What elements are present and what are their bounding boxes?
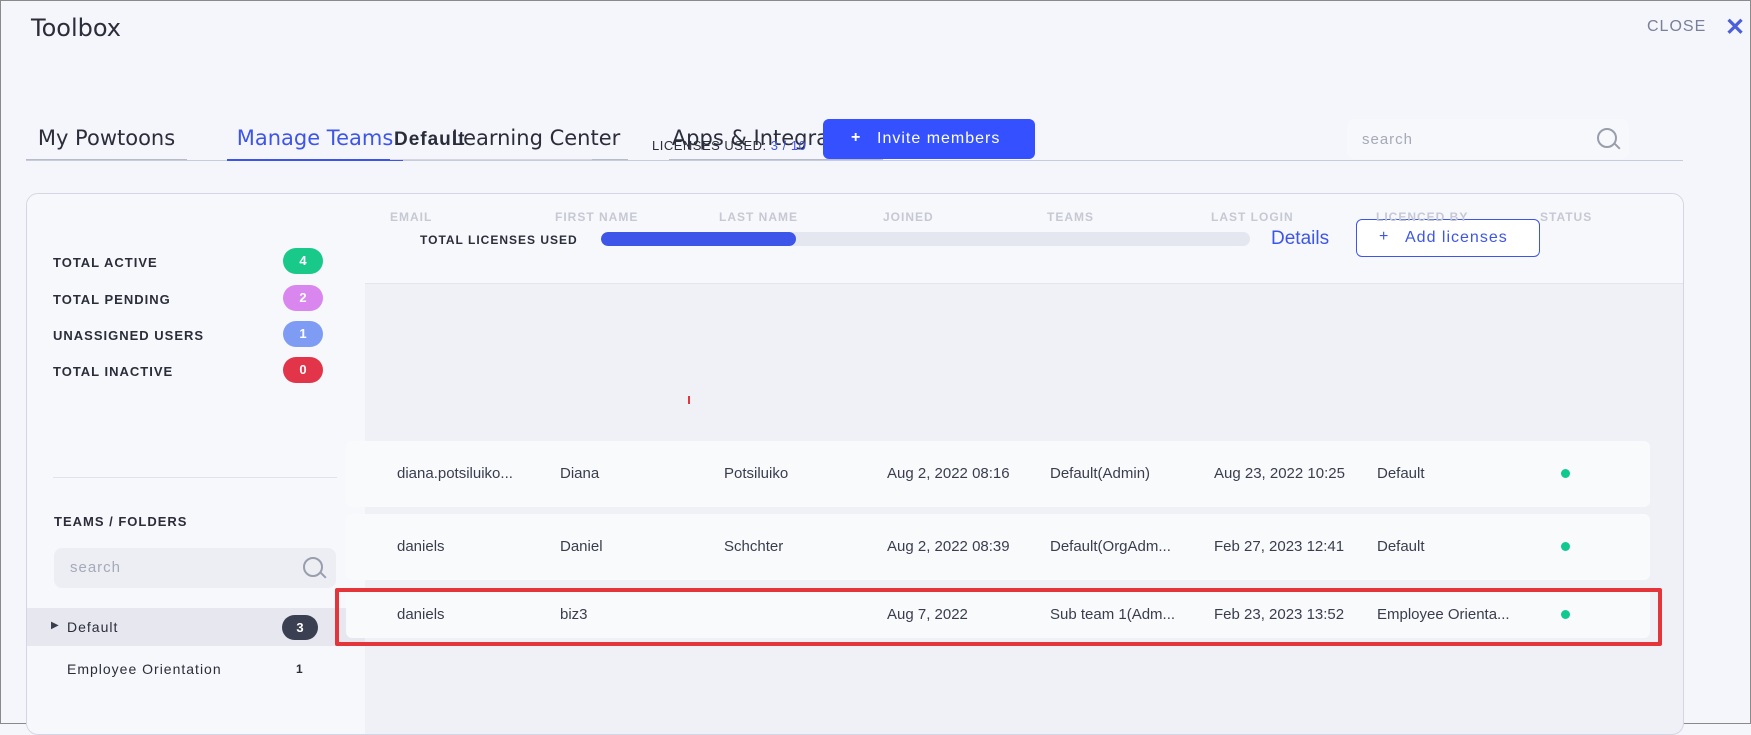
cell-last-login: Feb 27, 2023 12:41 xyxy=(1214,538,1345,555)
status-active-dot xyxy=(1561,469,1570,478)
stat-label: TOTAL INACTIVE xyxy=(53,364,174,379)
team-licenses-value: 3 / 10 xyxy=(770,138,807,153)
column-header-teams[interactable]: TEAMS xyxy=(1047,210,1094,224)
status-active-dot xyxy=(1561,542,1570,551)
column-header-status[interactable]: STATUS xyxy=(1540,210,1592,224)
cell-licenced-by: Default xyxy=(1377,538,1425,555)
stat-badge: 2 xyxy=(283,285,323,311)
caret-right-icon[interactable]: ▶ xyxy=(51,620,59,631)
cell-last-name: Potsiluiko xyxy=(724,465,789,482)
teams-search-input[interactable]: search xyxy=(54,548,336,588)
table-row[interactable]: diana.potsiluiko... Diana Potsiluiko Aug… xyxy=(346,441,1650,507)
plus-icon: + xyxy=(1379,228,1390,245)
cell-joined: Aug 2, 2022 08:39 xyxy=(887,538,1010,555)
stat-total-pending[interactable]: TOTAL PENDING 2 xyxy=(53,285,323,313)
team-title-underline xyxy=(390,159,592,160)
sort-marker xyxy=(688,396,690,404)
cell-email: daniels xyxy=(397,538,445,555)
window-title: Toolbox xyxy=(31,14,121,42)
sidebar: TOTAL ACTIVE 4 TOTAL PENDING 2 UNASSIGNE… xyxy=(27,194,365,734)
cell-first-name: Daniel xyxy=(560,538,603,555)
team-member-count: 3 xyxy=(282,615,318,640)
tab-my-powtoons[interactable]: My Powtoons xyxy=(26,126,187,160)
search-placeholder: search xyxy=(70,559,122,576)
stat-badge: 4 xyxy=(283,248,323,274)
search-icon[interactable] xyxy=(1597,128,1617,148)
add-licenses-button[interactable]: + Add licenses xyxy=(1356,219,1540,257)
stat-label: TOTAL ACTIVE xyxy=(53,255,158,270)
invite-members-button[interactable]: + Invite members xyxy=(823,119,1035,159)
table-row[interactable]: daniels Daniel Schchter Aug 2, 2022 08:3… xyxy=(346,514,1650,580)
cell-joined: Aug 2, 2022 08:16 xyxy=(887,465,1010,482)
stat-badge: 1 xyxy=(283,321,323,347)
stat-total-active[interactable]: TOTAL ACTIVE 4 xyxy=(53,248,323,276)
close-label[interactable]: CLOSE xyxy=(1647,18,1706,36)
cell-email: diana.potsiluiko... xyxy=(397,465,513,482)
team-name: Default xyxy=(67,619,119,635)
team-name: Employee Orientation xyxy=(67,661,222,677)
cell-teams: Default(OrgAdm... xyxy=(1050,538,1171,555)
add-licenses-label: Add licenses xyxy=(1405,229,1508,246)
team-licenses-used: LICENSES USED: 3 / 10 xyxy=(652,138,806,153)
cell-teams: Default(Admin) xyxy=(1050,465,1151,482)
licenses-used-label: TOTAL LICENSES USED xyxy=(420,233,578,247)
invite-members-label: Invite members xyxy=(877,130,1001,147)
cell-last-login: Aug 23, 2022 10:25 xyxy=(1214,465,1345,482)
search-placeholder: search xyxy=(1362,131,1414,148)
licenses-bar: TOTAL LICENSES USED Details + Add licens… xyxy=(365,194,1683,284)
toolbox-window: Toolbox CLOSE ✕ My Powtoons Manage Teams… xyxy=(0,0,1751,735)
sidebar-divider xyxy=(53,477,337,478)
stat-label: TOTAL PENDING xyxy=(53,292,171,307)
selection-highlight xyxy=(335,588,1662,646)
stat-unassigned-users[interactable]: UNASSIGNED USERS 1 xyxy=(53,321,323,349)
column-header-joined[interactable]: JOINED xyxy=(883,210,934,224)
cell-first-name: Diana xyxy=(560,465,600,482)
search-icon[interactable] xyxy=(303,557,323,577)
column-header-last-name[interactable]: LAST NAME xyxy=(719,210,798,224)
stat-label: UNASSIGNED USERS xyxy=(53,328,205,343)
column-header-licenced-by[interactable]: LICENCED BY xyxy=(1376,210,1468,224)
team-licenses-label: LICENSES USED: xyxy=(652,138,767,153)
stat-total-inactive[interactable]: TOTAL INACTIVE 0 xyxy=(53,357,323,385)
sidebar-team-default[interactable]: ▶ Default 3 ⋮ xyxy=(27,608,365,646)
plus-icon: + xyxy=(851,129,862,146)
team-member-count: 1 xyxy=(296,662,303,676)
sidebar-team-employee-orientation[interactable]: Employee Orientation 1 xyxy=(27,650,365,688)
licenses-progress-fill xyxy=(601,232,796,246)
cell-last-name: Schchter xyxy=(724,538,784,555)
tab-manage-teams[interactable]: Manage Teams xyxy=(227,126,403,161)
tab-learning-center[interactable]: Learning Center xyxy=(444,126,628,160)
close-icon[interactable]: ✕ xyxy=(1725,13,1745,42)
licenses-progress-bar xyxy=(601,232,1250,246)
cell-licenced-by: Default xyxy=(1377,465,1425,482)
redaction xyxy=(452,530,527,570)
details-link[interactable]: Details xyxy=(1271,228,1329,250)
column-header-first-name[interactable]: FIRST NAME xyxy=(555,210,638,224)
members-search-input[interactable]: search xyxy=(1347,119,1629,159)
team-title: Default xyxy=(394,129,466,150)
teams-folders-heading: TEAMS / FOLDERS xyxy=(54,514,188,529)
stat-badge: 0 xyxy=(283,357,323,383)
column-header-email[interactable]: EMAIL xyxy=(390,210,432,224)
column-header-last-login[interactable]: LAST LOGIN xyxy=(1211,210,1294,224)
